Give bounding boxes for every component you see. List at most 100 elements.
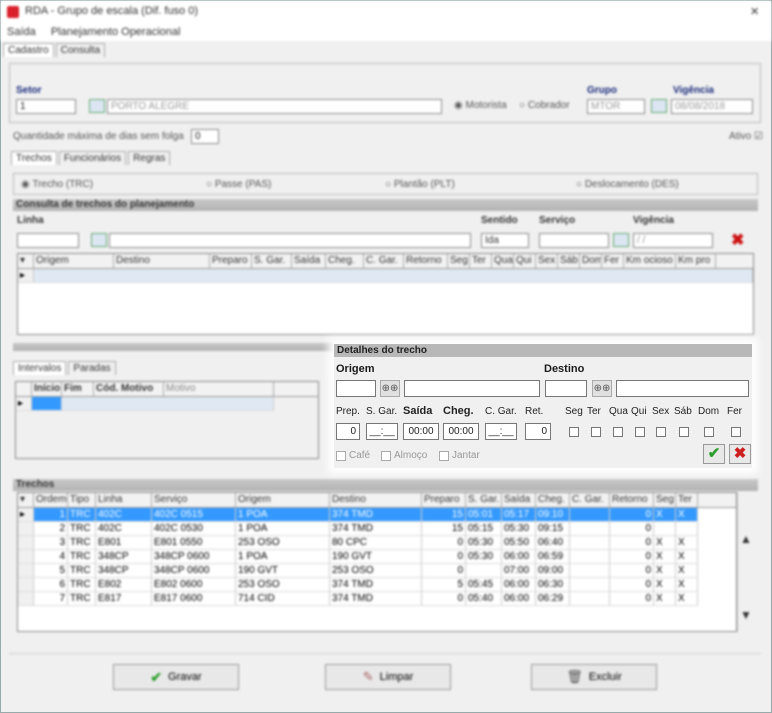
origem-code-field[interactable] [336,380,376,397]
excluir-button[interactable]: 🗑 Excluir [531,664,657,690]
table-cell[interactable]: 0 [422,536,466,550]
col-cheg[interactable]: Cheg. [536,493,570,507]
table-cell[interactable]: 80 CPC [330,536,422,550]
col-sgar[interactable]: S. Gar. [466,493,502,507]
col-preparo[interactable]: Preparo [210,254,252,268]
table-cell[interactable]: 15 [422,522,466,536]
vigencia2-field[interactable]: / / [633,233,713,248]
col-origem[interactable]: Origem [236,493,330,507]
radio-plantao[interactable]: ○ Plantão (PLT) [385,179,455,190]
intervalos-row[interactable]: ▸ [16,397,318,411]
table-cell[interactable]: 0 [610,578,654,592]
sentido-select[interactable]: Ida [481,233,529,248]
cheg-field[interactable]: 00:00 [443,423,479,440]
table-cell[interactable]: 06:00 [502,592,536,606]
table-cell[interactable]: X [676,536,698,550]
table-cell[interactable]: E801 0550 [152,536,236,550]
table-cell[interactable]: 0 [422,564,466,578]
table-cell[interactable]: 402C 0515 [152,508,236,522]
qui-checkbox[interactable] [635,427,645,437]
col-retorno[interactable]: Retorno [404,254,448,268]
table-cell[interactable]: TRC [68,578,96,592]
tab-regras[interactable]: Regras [128,151,171,165]
table-cell[interactable]: 05:50 [502,536,536,550]
destino-code-field[interactable] [545,380,587,397]
table-cell[interactable] [570,578,610,592]
col-seg[interactable]: Seg [654,493,676,507]
tab-trechos[interactable]: Trechos [11,151,57,165]
table-cell[interactable]: X [654,564,676,578]
col-saida[interactable]: Saída [502,493,536,507]
col-destino[interactable]: Destino [330,493,422,507]
consulta-row-cells[interactable] [34,269,753,283]
col-cgar[interactable]: C. Gar. [570,493,610,507]
table-cell[interactable] [570,550,610,564]
table-cell[interactable]: E801 [96,536,152,550]
tab-cadastro[interactable]: Cadastro [3,43,54,57]
table-cell[interactable]: 05:30 [466,550,502,564]
linha-search-icon[interactable] [91,233,107,247]
table-cell[interactable]: E802 [96,578,152,592]
col-cod-motivo[interactable]: Cód. Motivo [94,382,164,396]
col-sgar[interactable]: S. Gar. [252,254,292,268]
intervalos-cell[interactable] [62,397,274,411]
table-row[interactable]: ▸ 1 TRC 402C 402C 0515 1 POA 374 TMD 15 05:01 05:… [18,508,736,522]
table-cell[interactable]: 190 GVT [236,564,330,578]
table-row[interactable]: 5 TRC 348CP 348CP 0600 190 GVT 253 OSO 0 07:00 0… [18,564,736,578]
table-cell[interactable]: 0 [610,592,654,606]
setor-code-field[interactable]: 1 [16,99,76,114]
scroll-down-icon[interactable]: ▼ [740,608,752,622]
setor-search-icon[interactable] [89,99,105,113]
table-cell[interactable]: 348CP [96,564,152,578]
table-cell[interactable]: 05:45 [466,578,502,592]
table-cell[interactable]: X [676,564,698,578]
table-cell[interactable]: 402C [96,508,152,522]
radio-trecho[interactable]: ◉ Trecho (TRC) [21,179,93,190]
table-cell[interactable]: 253 OSO [330,564,422,578]
table-cell[interactable]: 348CP 0600 [152,564,236,578]
table-cell[interactable]: 5 [422,578,466,592]
col-linha[interactable]: Linha [96,493,152,507]
table-cell[interactable]: 4 [34,550,68,564]
table-row[interactable]: 2 TRC 402C 402C 0530 1 POA 374 TMD 15 05:15 05:3… [18,522,736,536]
cobrador-radio[interactable]: ○ Cobrador [519,100,570,111]
scroll-up-icon[interactable]: ▲ [740,532,752,546]
radio-deslocamento[interactable]: ○ Deslocamento (DES) [576,179,679,190]
grupo-field[interactable]: MTOR [587,99,645,114]
confirm-check-button[interactable]: ✔ [703,444,725,464]
col-cheg[interactable]: Cheg. [326,254,364,268]
jantar-checkbox[interactable] [439,451,449,461]
col-saida[interactable]: Saída [292,254,326,268]
col-dom[interactable]: Dom [580,254,602,268]
fer-checkbox[interactable] [731,427,741,437]
origem-binoculars-icon[interactable]: ⊕⊕ [380,380,400,397]
radio-passe[interactable]: ○ Passe (PAS) [206,179,271,190]
table-cell[interactable]: 1 POA [236,550,330,564]
col-sex[interactable]: Sex [536,254,558,268]
col-qua[interactable]: Qua [492,254,514,268]
close-icon[interactable]: × [750,3,759,20]
col-fer[interactable]: Fer [602,254,624,268]
col-servico[interactable]: Serviço [152,493,236,507]
col-sab[interactable]: Sáb [558,254,580,268]
table-cell[interactable]: TRC [68,522,96,536]
linha-field[interactable] [17,233,79,248]
table-cell[interactable]: 0 [422,550,466,564]
table-cell[interactable] [466,564,502,578]
ter-checkbox[interactable] [591,427,601,437]
sgar-field[interactable]: __:__ [366,423,398,440]
table-cell[interactable]: 05:15 [466,522,502,536]
table-cell[interactable]: 348CP [96,550,152,564]
table-cell[interactable] [654,522,676,536]
tab-intervalos[interactable]: Intervalos [13,361,67,375]
table-cell[interactable]: X [654,550,676,564]
limpar-button[interactable]: ✎ Limpar [325,664,451,690]
cgar-field[interactable]: __:__ [485,423,517,440]
table-cell[interactable]: 348CP 0600 [152,550,236,564]
table-cell[interactable]: 190 GVT [330,550,422,564]
vigencia-field[interactable]: 08/08/2018 [671,99,753,114]
table-cell[interactable]: 7 [34,592,68,606]
table-row[interactable]: 7 TRC E817 E817 0600 714 CID 374 TMD 0 05:40 06:… [18,592,736,606]
table-cell[interactable]: 09:00 [536,564,570,578]
cafe-checkbox[interactable] [336,451,346,461]
